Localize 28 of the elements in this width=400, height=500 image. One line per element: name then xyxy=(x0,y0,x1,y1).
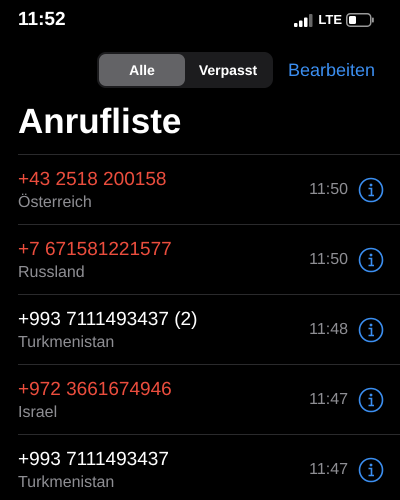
segment-tab[interactable]: Verpasst xyxy=(185,54,271,86)
segment-tab[interactable]: Alle xyxy=(99,54,185,86)
phone-number: +7 671581221577 xyxy=(18,238,173,262)
phone-number: +43 2518 200158 xyxy=(18,168,168,192)
call-location: Turkmenistan xyxy=(18,472,116,492)
info-icon[interactable] xyxy=(358,456,384,482)
battery-icon xyxy=(346,13,374,27)
call-location: Turkmenistan xyxy=(18,332,116,352)
info-icon[interactable] xyxy=(358,316,384,342)
call-time: 11:48 xyxy=(309,320,348,340)
call-time: 11:47 xyxy=(309,390,348,410)
call-location: Israel xyxy=(18,402,58,422)
network-label: LTE xyxy=(318,11,342,30)
phone-number: +993 7111493437 (2) xyxy=(18,308,198,332)
call-time: 11:50 xyxy=(309,250,348,270)
edit-button[interactable]: Bearbeiten xyxy=(288,56,376,84)
page-title: Anrufliste xyxy=(17,101,182,143)
status-time: 11:52 xyxy=(18,8,66,32)
phone-number: +972 3661674946 xyxy=(18,378,173,402)
signal-icon xyxy=(294,14,314,26)
info-icon[interactable] xyxy=(358,176,384,202)
info-icon[interactable] xyxy=(358,246,384,272)
phone-number: +993 7111493437 xyxy=(18,448,170,472)
call-time: 11:50 xyxy=(309,180,348,200)
call-time: 11:47 xyxy=(309,460,348,480)
info-icon[interactable] xyxy=(358,386,384,412)
call-location: Österreich xyxy=(18,192,93,212)
call-location: Russland xyxy=(18,262,86,282)
